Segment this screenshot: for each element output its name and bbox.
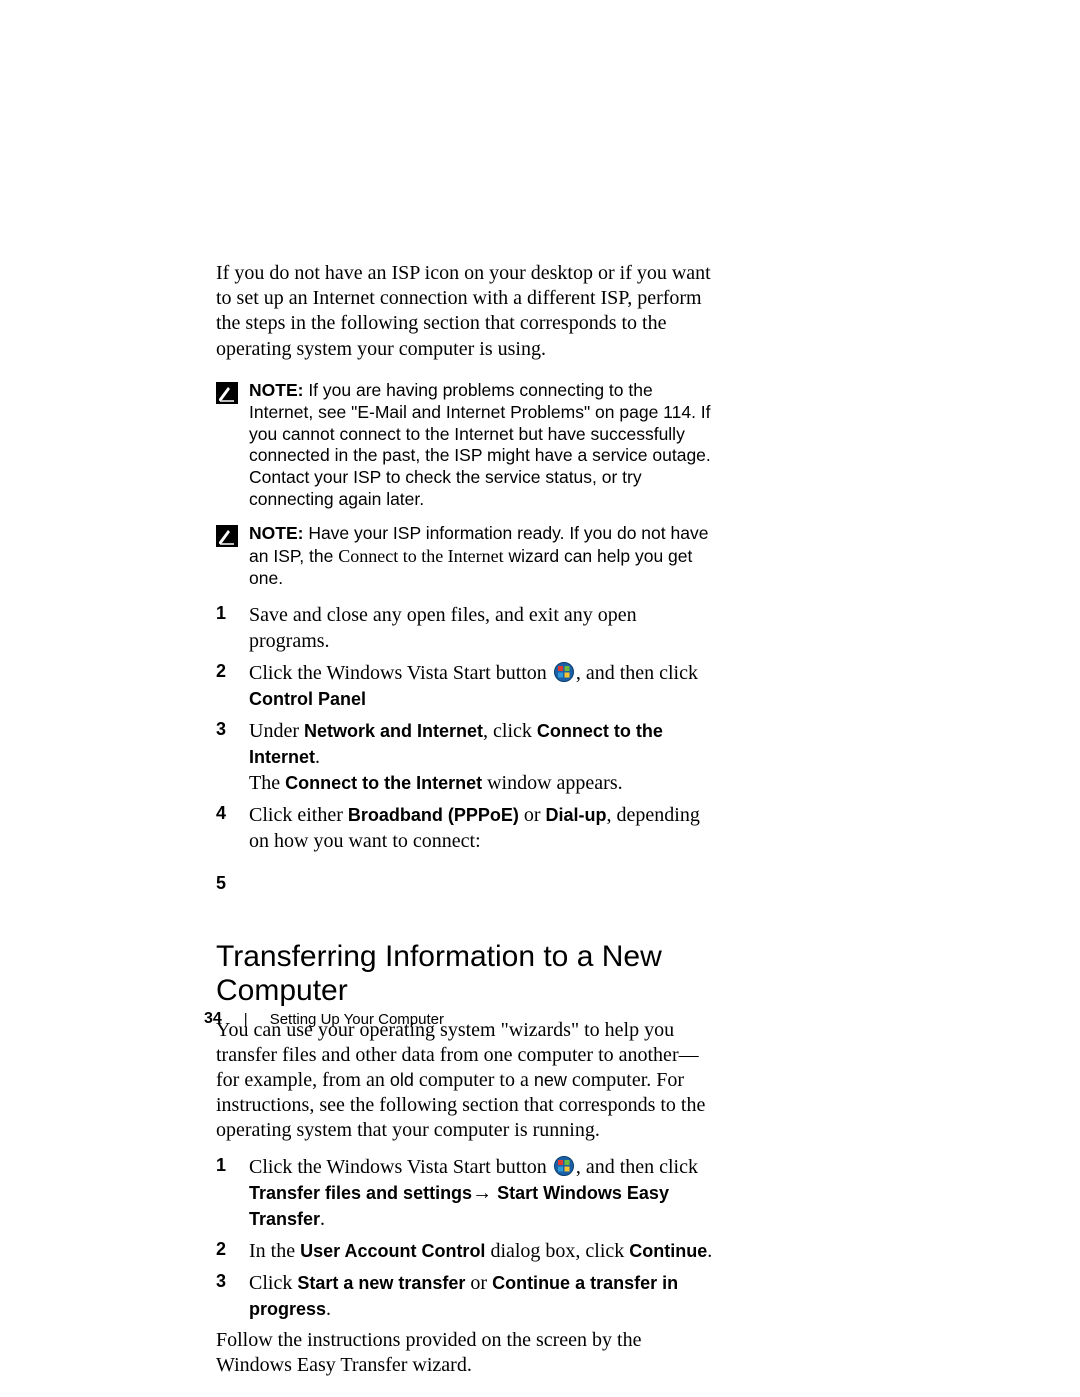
ui-term: Control Panel xyxy=(249,689,366,709)
intro-paragraph: If you do not have an ISP icon on your d… xyxy=(216,261,716,362)
step-text: , and then click xyxy=(576,662,698,684)
section-heading: Transferring Information to a New Comput… xyxy=(216,940,716,1008)
note-label: NOTE: xyxy=(249,523,303,543)
content-column: If you do not have an ISP icon on your d… xyxy=(216,261,716,1378)
note-icon-wrap xyxy=(216,523,249,547)
step-body: Click the Windows Vista Start button , a… xyxy=(249,1154,716,1232)
ui-term: Continue xyxy=(629,1241,707,1261)
step-body: Click Start a new transfer or Continue a… xyxy=(249,1270,716,1322)
step-text: , and then click xyxy=(576,1156,698,1178)
arrow-icon: → xyxy=(472,1182,492,1204)
step-text: dialog box, click xyxy=(485,1240,629,1262)
step-list-b: 1 Click the Windows Vista Start button ,… xyxy=(216,1154,716,1322)
ui-term: Start a new transfer xyxy=(297,1273,465,1293)
sans-term: new xyxy=(534,1070,567,1090)
step-number: 3 xyxy=(216,1270,249,1292)
list-item: 1 Save and close any open files, and exi… xyxy=(216,602,716,654)
step-number: 2 xyxy=(216,660,249,682)
ui-term: Connect to the Internet xyxy=(285,773,482,793)
step-text: Click the Windows Vista Start button xyxy=(249,662,552,684)
step-text: . xyxy=(315,746,320,768)
sans-term: old xyxy=(390,1070,414,1090)
step-body: In the User Account Control dialog box, … xyxy=(249,1238,716,1264)
step-text: window appears. xyxy=(482,772,623,794)
list-item: 2 Click the Windows Vista Start button ,… xyxy=(216,660,716,712)
step-number: 3 xyxy=(216,718,249,740)
note-icon-wrap xyxy=(216,380,249,404)
note-serif-term: Connect to the Internet xyxy=(338,546,503,566)
ui-term: User Account Control xyxy=(300,1241,485,1261)
windows-start-orb-icon xyxy=(554,1156,574,1176)
footer-section-name: Setting Up Your Computer xyxy=(270,1011,444,1028)
step-number: 1 xyxy=(216,1154,249,1176)
note-label: NOTE: xyxy=(249,380,303,400)
ui-term: Network and Internet xyxy=(304,721,483,741)
step-list-a: 1 Save and close any open files, and exi… xyxy=(216,602,716,898)
step-number: 2 xyxy=(216,1238,249,1260)
step-text: In the xyxy=(249,1240,300,1262)
step-number: 5 xyxy=(216,872,249,894)
ui-term: Transfer files and settings xyxy=(249,1183,472,1203)
outro-paragraph: Follow the instructions provided on the … xyxy=(216,1328,716,1378)
ui-term: Broadband (PPPoE) xyxy=(348,805,519,825)
note-body: If you are having problems connecting to… xyxy=(249,380,711,509)
step-body: Under Network and Internet, click Connec… xyxy=(249,718,716,796)
step-body: Click either Broadband (PPPoE) or Dial-u… xyxy=(249,802,716,854)
step-text: Click xyxy=(249,1272,297,1294)
step-body xyxy=(249,872,716,898)
page-number: 34 xyxy=(204,1010,222,1028)
document-page: If you do not have an ISP icon on your d… xyxy=(0,0,1080,1397)
step-body: Click the Windows Vista Start button , a… xyxy=(249,660,716,712)
note-icon xyxy=(216,525,238,547)
note-text-1: NOTE: If you are having problems connect… xyxy=(249,380,716,511)
list-item: 1 Click the Windows Vista Start button ,… xyxy=(216,1154,716,1232)
step-text: , click xyxy=(483,720,537,742)
step-text: . xyxy=(707,1240,712,1262)
step-text: Click the Windows Vista Start button xyxy=(249,1156,552,1178)
step-text: or xyxy=(519,804,546,826)
step-text: . xyxy=(320,1208,325,1230)
step-number: 4 xyxy=(216,802,249,824)
windows-start-orb-icon xyxy=(554,662,574,682)
note-text-2: NOTE: Have your ISP information ready. I… xyxy=(249,523,716,590)
list-item: 3 Click Start a new transfer or Continue… xyxy=(216,1270,716,1322)
note-block-2: NOTE: Have your ISP information ready. I… xyxy=(216,523,716,590)
list-item: 3 Under Network and Internet, click Conn… xyxy=(216,718,716,796)
ui-term: Dial-up xyxy=(546,805,607,825)
step-text: or xyxy=(465,1272,492,1294)
list-item: 4 Click either Broadband (PPPoE) or Dial… xyxy=(216,802,716,854)
step-body: Save and close any open files, and exit … xyxy=(249,602,716,654)
step-text: . xyxy=(326,1298,331,1320)
page-footer: 34 | Setting Up Your Computer xyxy=(204,1010,704,1028)
step-text: Click either xyxy=(249,804,348,826)
note-icon xyxy=(216,382,238,404)
list-item: 2 In the User Account Control dialog box… xyxy=(216,1238,716,1264)
footer-separator: | xyxy=(244,1011,248,1028)
list-item: 5 xyxy=(216,872,716,898)
step-text: Under xyxy=(249,720,304,742)
paragraph-text: computer to a xyxy=(414,1069,534,1091)
transfer-intro-paragraph: You can use your operating system "wizar… xyxy=(216,1018,716,1144)
step-text: The xyxy=(249,772,285,794)
step-number: 1 xyxy=(216,602,249,624)
note-block-1: NOTE: If you are having problems connect… xyxy=(216,380,716,511)
